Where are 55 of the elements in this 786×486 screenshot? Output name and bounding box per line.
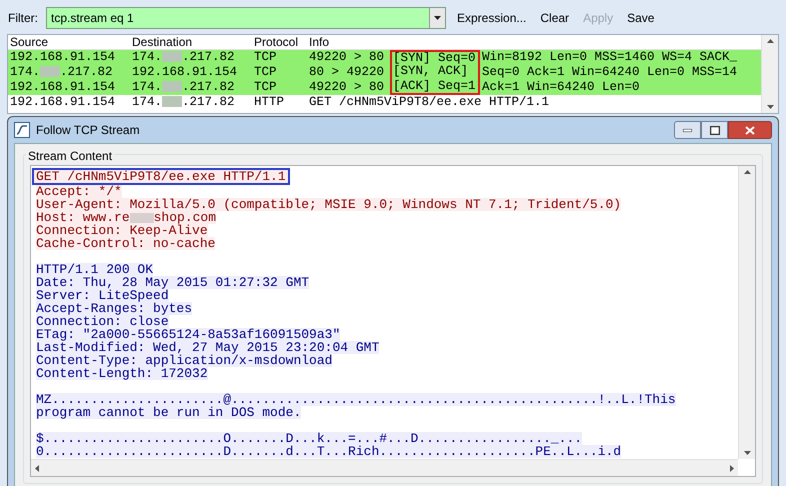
packet-row[interactable]: 174. .217.82 192.168.91.154 TCP 80 > 49220 [SYN, ACK] Seq=0 Ack=1 Win=64240 Len=0 MSS=14 <box>8 65 761 80</box>
horizontal-scrollbar[interactable] <box>31 459 738 476</box>
toolbar-button[interactable]: Save <box>624 9 658 27</box>
info-text: GET /cHNm5ViP9T8/ee.exe HTTP/1.1 <box>308 94 550 112</box>
maximize-button[interactable] <box>701 121 728 139</box>
redacted-blur <box>162 51 182 62</box>
protocol-text: HTTP <box>253 94 286 112</box>
dropdown-button[interactable] <box>429 8 445 28</box>
address-text: 174. .217.82 <box>10 65 113 80</box>
minimize-button[interactable] <box>674 121 701 139</box>
down-arrow-icon <box>766 105 774 109</box>
packet-row[interactable]: 192.168.91.154 174. .217.82 TCP 49220 > 80 [SYN] Seq=0 Win=8192 Len=0 MSS=1460 WS=4 SACK_ <box>8 50 761 65</box>
packet-row[interactable]: 192.168.91.154 174. .217.82 TCP 49220 > 80 [ACK] Seq=1 Ack=1 Win=64240 Len=0 <box>8 80 761 95</box>
filter-field[interactable]: tcp.stream eq 1 <box>46 7 446 29</box>
address-text: 174. .217.82 <box>132 50 235 64</box>
window-title: Follow TCP Stream <box>36 122 141 139</box>
redacted-blur <box>130 212 154 223</box>
app-icon <box>14 122 30 138</box>
left-arrow-icon <box>35 464 39 472</box>
redacted-blur <box>40 66 60 78</box>
redacted-blur <box>162 81 182 92</box>
toolbar-button[interactable]: Clear <box>537 9 572 27</box>
info-text: Win=8192 Len=0 MSS=1460 WS=4 SACK_ <box>482 49 738 66</box>
column-header[interactable]: Source <box>8 35 130 51</box>
info-text: Ack=1 Win=64240 Len=0 <box>482 79 640 96</box>
protocol-text: TCP <box>253 64 278 82</box>
address-text: 174. .217.82 <box>132 80 235 94</box>
redacted-blur <box>162 96 182 108</box>
maximize-icon <box>710 126 720 134</box>
info-text: 80 > 49220 <box>308 64 384 82</box>
address-text: 192.168.91.154 <box>10 50 116 64</box>
vertical-scrollbar[interactable] <box>738 166 755 459</box>
protocol-text: TCP <box>253 49 278 66</box>
column-header[interactable]: Destination <box>130 35 252 51</box>
address-text: 192.168.91.154 <box>132 65 238 80</box>
vertical-scrollbar[interactable] <box>761 35 778 113</box>
info-text: 49220 > 80 <box>308 79 384 96</box>
up-arrow-icon <box>766 39 774 43</box>
address-text: 192.168.91.154 <box>10 80 116 94</box>
column-header[interactable]: Protocol <box>252 35 307 51</box>
caret-icon <box>434 16 441 20</box>
protocol-text: TCP <box>253 79 278 96</box>
up-arrow-icon <box>744 170 750 174</box>
column-header[interactable]: Info <box>307 35 761 51</box>
filter-label: Filter: <box>8 10 38 27</box>
address-text: 174. .217.82 <box>132 95 235 110</box>
info-text: Seq=0 Ack=1 Win=64240 Len=0 MSS=14 <box>482 64 738 81</box>
info-text: 49220 > 80 <box>308 49 384 66</box>
toolbar-button[interactable]: Expression... <box>454 9 530 27</box>
down-arrow-icon <box>744 451 750 455</box>
right-arrow-icon <box>730 464 734 472</box>
minimize-icon <box>683 128 692 132</box>
close-button[interactable] <box>728 121 772 139</box>
address-text: 192.168.91.154 <box>10 95 116 110</box>
close-icon <box>745 126 755 134</box>
